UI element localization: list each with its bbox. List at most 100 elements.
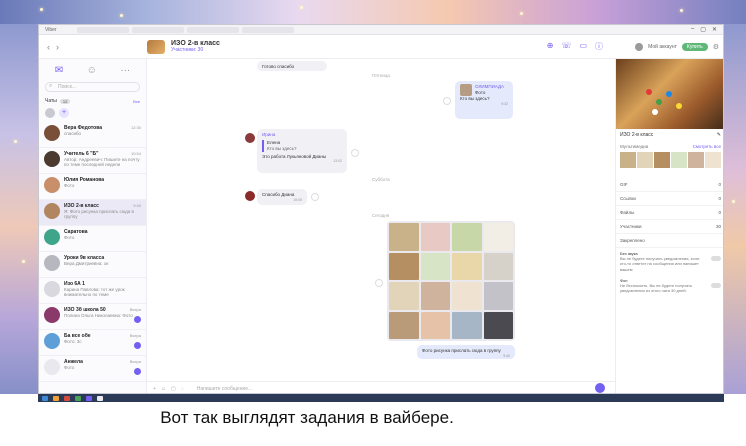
message-bubble[interactable]: Готово спасибо [257,61,327,71]
purchase-button[interactable]: Купить [681,42,708,51]
viber-app-icon[interactable] [86,395,92,401]
add-participant-icon[interactable]: ⊕ [547,41,554,52]
media-thumb[interactable] [637,152,653,168]
chat-list-item[interactable]: ИЗО 2-в класс Я: Фото рисунка прислать сю… [39,200,146,226]
chat-list-item[interactable]: Изо 6А 1 Карина Павлова: тот же урок вним… [39,278,146,304]
info-row-value: 0 [718,182,721,187]
tab[interactable] [131,26,184,33]
chat-list-item[interactable]: Анжела Фото Вчера [39,356,146,382]
info-row[interactable]: Файлы 0 [616,206,723,220]
photo[interactable] [420,282,450,310]
photo-album[interactable] [387,221,515,341]
photo[interactable] [452,311,482,339]
chat-list-item[interactable]: Ба все обе Фото: 3с Вчера [39,330,146,356]
voice-message-button[interactable] [595,383,605,393]
message-text: Фото рисунка прислать сюда в группу [422,348,501,353]
group-photo[interactable] [616,59,723,129]
info-row[interactable]: Участники 30 [616,220,723,234]
photo[interactable] [452,223,482,251]
message-bubble[interactable]: Спасибо Диана 15:05 [257,189,307,205]
message-bubble[interactable]: ОЛИМПИАДА Фото Кто вы здесь? 9:32 [455,81,513,119]
add-icon[interactable]: + [59,108,69,118]
gif-icon[interactable]: ◌ [181,386,184,392]
search-input[interactable]: ⌕ Поиск... [45,82,140,92]
chats-icon[interactable]: ✉ [55,65,63,76]
mute-setting[interactable]: Фон Не беспокоить. Вы не будете получать… [616,275,723,297]
photo[interactable] [452,252,482,280]
app-icon[interactable] [97,395,103,401]
share-icon[interactable] [443,97,451,105]
forward-arrow-icon[interactable]: › [56,42,59,52]
share-icon[interactable] [375,279,383,287]
chat-list-item[interactable]: Учитель 6 "Б" Автор: Андреевич: Пишите на… [39,148,146,174]
back-arrow-icon[interactable]: ‹ [47,42,50,52]
toggle-switch[interactable] [711,256,721,261]
avatar[interactable] [245,191,255,201]
chat-last-message: Фото [64,365,75,370]
media-thumb[interactable] [654,152,670,168]
close-button[interactable]: ✕ [712,26,717,33]
photo[interactable] [389,223,419,251]
info-icon[interactable]: ⓘ [595,41,603,52]
app-icon[interactable] [75,395,81,401]
tab[interactable] [241,26,294,33]
photo[interactable] [389,311,419,339]
maximize-button[interactable]: ▢ [700,26,706,33]
message-bubble[interactable]: Фото рисунка прислать сюда в группу 9:40 [417,345,515,359]
media-thumb[interactable] [688,152,704,168]
share-icon[interactable] [351,149,359,157]
toggle-switch[interactable] [711,282,721,288]
minimize-button[interactable]: – [691,26,694,33]
info-row[interactable]: Ссылки 0 [616,192,723,206]
add-attachment-icon[interactable]: + [153,386,156,392]
share-icon[interactable] [311,193,319,201]
more-icon[interactable]: ··· [120,65,130,76]
chat-list-item[interactable]: ИЗО 3б школа 50 Полина Ольга Николаевна: … [39,304,146,330]
app-icon[interactable] [53,395,59,401]
avatar[interactable] [45,108,55,118]
chat-header[interactable]: ИЗО 2-в класс Участники: 30 [147,39,547,54]
notification-setting[interactable]: Без звука Вы не будете получать уведомле… [616,248,723,275]
avatar[interactable] [245,133,255,143]
see-all-link[interactable]: Смотреть все [693,144,721,149]
sparkle [300,6,303,9]
avatar[interactable] [635,42,644,51]
gear-icon[interactable]: ⚙ [713,43,719,51]
photo[interactable] [483,252,513,280]
chat-list-item[interactable]: Вера Федотова спасибо 12:30 [39,122,146,148]
photo[interactable] [483,282,513,310]
chat-list-item[interactable]: Саратова Фото [39,226,146,252]
photo[interactable] [389,252,419,280]
call-icon[interactable]: ☏ [561,41,571,52]
photo[interactable] [483,223,513,251]
app-icon[interactable] [64,395,70,401]
media-thumb[interactable] [705,152,721,168]
tab[interactable] [76,26,129,33]
photo[interactable] [452,282,482,310]
all-chats-link[interactable]: Все [133,99,140,104]
photo[interactable] [420,252,450,280]
video-call-icon[interactable]: ▭ [579,41,587,52]
tab[interactable] [186,26,239,33]
info-row[interactable]: GIF 0 [616,178,723,192]
window-titlebar: Viber – ▢ ✕ [39,25,723,35]
chat-list-item[interactable]: Уроки 9в класса Вера Дмитриевна: ок [39,252,146,278]
info-row-label: Закреплено [620,238,645,243]
chat-list-item[interactable]: Юлия Романова Фото [39,174,146,200]
photo[interactable] [483,311,513,339]
message-input[interactable]: Напишите сообщение... [197,386,252,392]
sticker-icon[interactable]: ▢ [171,386,176,392]
info-row[interactable]: Закреплено [616,234,723,248]
message-composer[interactable]: + ☺ ▢ ◌ Напишите сообщение... [147,381,615,393]
photo[interactable] [420,311,450,339]
info-row-value: 0 [718,196,721,201]
emoji-icon[interactable]: ☺ [161,386,166,392]
photo[interactable] [389,282,419,310]
start-icon[interactable] [42,395,48,401]
message-bubble[interactable]: Ирина Елена Кто вы здесь? Это работа Лук… [257,129,347,173]
edit-icon[interactable]: ✎ [717,132,721,138]
media-thumb[interactable] [620,152,636,168]
contacts-icon[interactable]: ☺ [87,65,97,76]
photo[interactable] [420,223,450,251]
media-thumb[interactable] [671,152,687,168]
